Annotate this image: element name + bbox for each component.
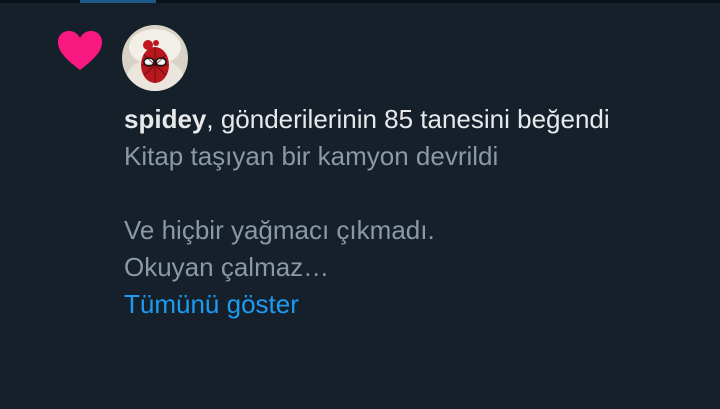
like-summary: spidey, gönderilerinin 85 tanesini beğen… (124, 101, 684, 138)
username-link[interactable]: spidey (124, 104, 206, 134)
heart-icon (58, 31, 102, 70)
show-more-link[interactable]: Tümünü göster (124, 286, 299, 323)
avatar[interactable] (122, 25, 188, 91)
tweet-line-4: Okuyan çalmaz… (124, 252, 330, 282)
spiderman-avatar-icon (122, 25, 188, 91)
tweet-preview[interactable]: Kitap taşıyan bir kamyon devrildi Ve hiç… (124, 138, 684, 286)
tweet-line-2 (124, 175, 684, 212)
tweet-line-3: Ve hiçbir yağmacı çıkmadı. (124, 215, 435, 245)
notification-content: spidey, gönderilerinin 85 tanesini beğen… (124, 101, 684, 323)
top-accent-bar (80, 0, 156, 3)
like-action-text: , gönderilerinin 85 tanesini beğendi (206, 104, 610, 134)
tweet-line-1: Kitap taşıyan bir kamyon devrildi (124, 141, 499, 171)
